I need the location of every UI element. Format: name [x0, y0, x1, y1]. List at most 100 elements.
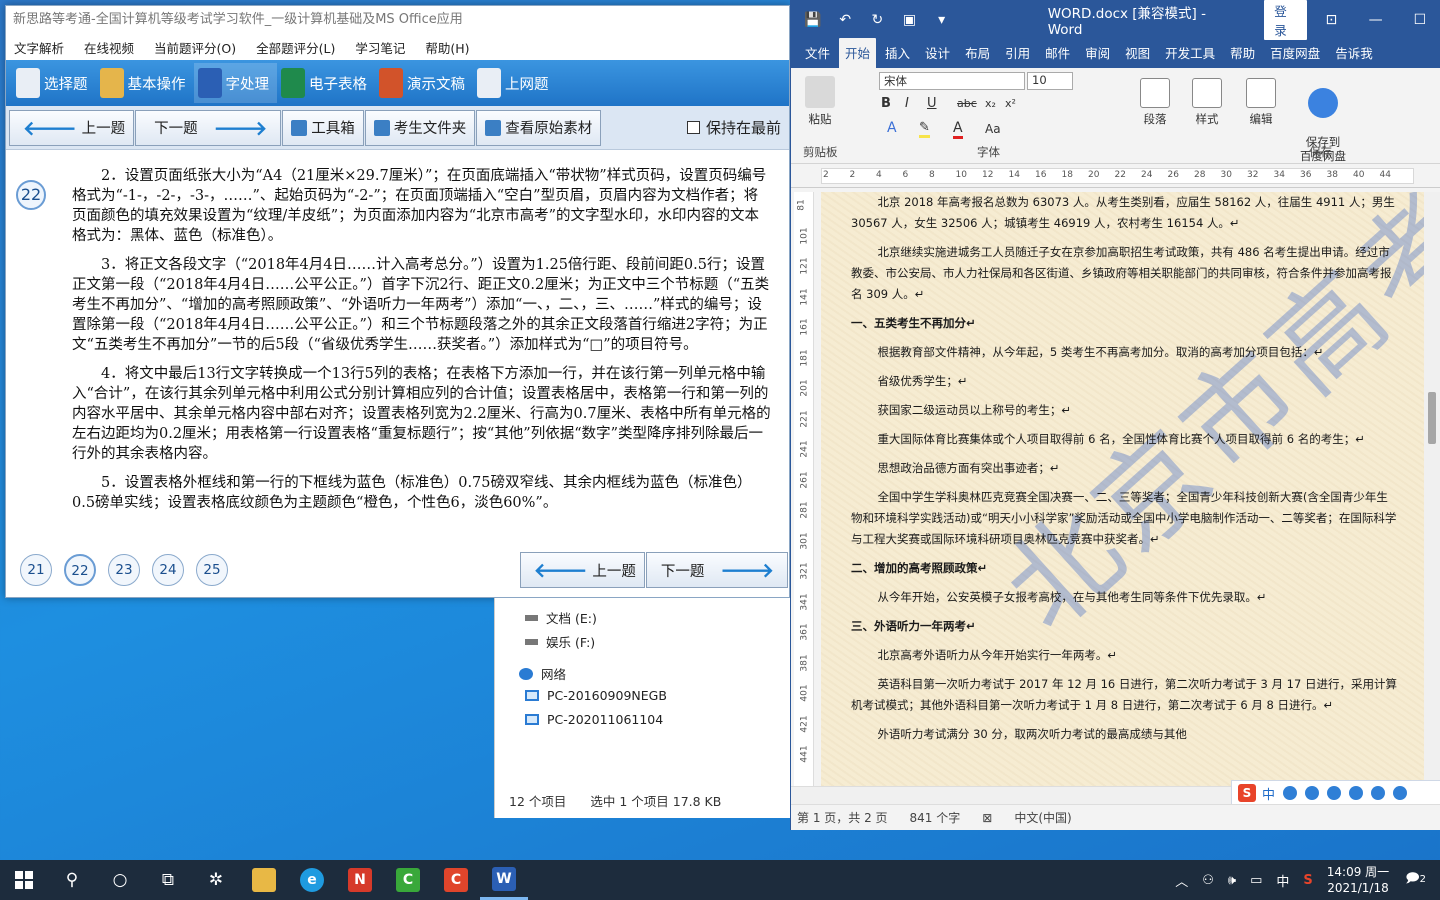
- subscript-button[interactable]: x₂: [985, 97, 996, 110]
- tab-design[interactable]: 设计: [919, 43, 956, 68]
- page-21-button[interactable]: 21: [20, 554, 52, 586]
- doc-paragraph[interactable]: 省级优秀学生；↵: [851, 371, 1399, 392]
- paste-button[interactable]: 粘贴: [803, 76, 837, 127]
- tab-developer[interactable]: 开发工具: [1159, 43, 1221, 68]
- network-icon[interactable]: ▭: [1250, 873, 1262, 888]
- doc-heading[interactable]: 二、增加的高考照顾政策↵: [851, 558, 1399, 579]
- underline-button[interactable]: U: [927, 96, 937, 111]
- module-basic-ops[interactable]: 基本操作: [96, 63, 194, 103]
- footer-prev-button[interactable]: 🡐 上一题: [519, 552, 645, 588]
- menu-text-analysis[interactable]: 文字解析: [14, 38, 64, 57]
- tab-references[interactable]: 引用: [999, 43, 1036, 68]
- doc-heading[interactable]: 三、外语听力一年两考↵: [851, 616, 1399, 637]
- app-c-green-taskbar[interactable]: C: [384, 860, 432, 900]
- volume-icon[interactable]: 🕪: [1228, 873, 1236, 888]
- next-question-button[interactable]: 下一题 🡒: [135, 109, 282, 146]
- editing-button[interactable]: 编辑: [1243, 78, 1279, 127]
- tray-app-icon[interactable]: ⚇: [1202, 873, 1214, 888]
- doc-paragraph[interactable]: 英语科目第一次听力考试于 2017 年 12 月 16 日进行，第二次听力考试于…: [851, 674, 1399, 716]
- tab-insert[interactable]: 插入: [879, 43, 916, 68]
- footer-next-button[interactable]: 下一题 🡒: [645, 552, 788, 588]
- tell-me-search[interactable]: 告诉我: [1329, 43, 1379, 68]
- horizontal-ruler[interactable]: 2 2 4 6 8 10 12 14 16 18 20 22 24 26 28 30 32 34 36 38 40 44: [791, 164, 1440, 188]
- doc-paragraph[interactable]: 重大国际体育比赛集体或个人项目取得前 6 名，全国性体育比赛个人项目取得前 6 …: [851, 429, 1399, 450]
- font-size-box[interactable]: 10: [1027, 72, 1073, 90]
- tab-home[interactable]: 开始: [839, 38, 877, 68]
- keyboard-icon[interactable]: [1349, 786, 1364, 800]
- view-source-button[interactable]: 查看原始素材: [476, 109, 602, 146]
- edge-taskbar[interactable]: e: [288, 860, 336, 900]
- clock[interactable]: 14:09 周一 2021/1/18: [1327, 864, 1389, 896]
- doc-paragraph[interactable]: 从今年开始，公安英模子女报考高校，在与其他考生同等条件下优先录取。↵: [851, 587, 1399, 608]
- sogou-icon[interactable]: S: [1303, 873, 1312, 888]
- menu-help[interactable]: 帮助(H): [425, 38, 469, 57]
- tab-baidu[interactable]: 百度网盘: [1264, 43, 1326, 68]
- font-name-box[interactable]: 宋体: [879, 72, 1025, 90]
- customize-toolbar-icon[interactable]: ▾: [932, 12, 952, 28]
- ime-mode[interactable]: 中: [1262, 784, 1275, 803]
- doc-paragraph[interactable]: 全国中学生学科奥林匹克竞赛全国决赛一、二、三等奖者；全国青少年科技创新大赛(含全…: [851, 487, 1399, 550]
- keep-on-top-checkbox[interactable]: 保持在最前: [686, 117, 781, 138]
- tab-mailings[interactable]: 邮件: [1039, 43, 1076, 68]
- toolbox-icon[interactable]: [1393, 786, 1408, 800]
- punctuation-icon[interactable]: [1283, 786, 1298, 800]
- app-c-red-taskbar[interactable]: C: [432, 860, 480, 900]
- font-color-icon[interactable]: A: [953, 120, 963, 139]
- doc-paragraph[interactable]: 思想政治品德方面有突出事迹者；↵: [851, 458, 1399, 479]
- language-indicator[interactable]: 中文(中国): [1014, 809, 1071, 826]
- pinwheel-app-icon[interactable]: ✲: [192, 860, 240, 900]
- prev-question-button[interactable]: 🡐 上一题: [9, 109, 135, 146]
- doc-paragraph[interactable]: 北京 2018 年高考报名总数为 63073 人。从考生类别看，应届生 5816…: [851, 192, 1399, 234]
- module-spreadsheet[interactable]: 电子表格: [277, 63, 375, 103]
- page-22-button[interactable]: 22: [64, 554, 96, 586]
- italic-button[interactable]: I: [905, 96, 909, 111]
- input-method[interactable]: 中: [1276, 871, 1289, 890]
- drive-e[interactable]: 文档 (E:): [525, 608, 597, 627]
- doc-paragraph[interactable]: 获国家二级运动员以上称号的考生；↵: [851, 400, 1399, 421]
- strikethrough-button[interactable]: abc: [957, 97, 977, 110]
- highlight-icon[interactable]: ✎: [919, 120, 930, 138]
- redo-icon[interactable]: ↻: [867, 12, 887, 28]
- maximize-icon[interactable]: ☐: [1400, 12, 1440, 28]
- scroll-thumb[interactable]: [1428, 392, 1436, 444]
- text-effects-icon[interactable]: A: [887, 120, 897, 136]
- tab-help[interactable]: 帮助: [1224, 43, 1261, 68]
- superscript-button[interactable]: x²: [1005, 97, 1016, 110]
- minimize-icon[interactable]: —: [1355, 12, 1395, 28]
- undo-icon[interactable]: ↶: [835, 12, 855, 28]
- doc-heading[interactable]: 一、五类考生不再加分↵: [851, 313, 1399, 334]
- styles-button[interactable]: 样式: [1189, 78, 1225, 127]
- login-button[interactable]: 登录: [1264, 0, 1308, 40]
- page-25-button[interactable]: 25: [196, 554, 228, 586]
- doc-paragraph[interactable]: 根据教育部文件精神，从今年起，5 类考生不再高考加分。取消的高考加分项目包括：↵: [851, 342, 1399, 363]
- page-count[interactable]: 第 1 页，共 2 页: [797, 809, 888, 826]
- cortana-icon[interactable]: ○: [96, 860, 144, 900]
- app-n-taskbar[interactable]: N: [336, 860, 384, 900]
- menu-online-video[interactable]: 在线视频: [84, 38, 134, 57]
- tab-view[interactable]: 视图: [1119, 43, 1156, 68]
- drive-f[interactable]: 娱乐 (F:): [525, 632, 595, 651]
- emoji-icon[interactable]: [1305, 786, 1320, 800]
- network-pc-1[interactable]: PC-20160909NEGB: [525, 688, 667, 703]
- paragraph-button[interactable]: 段落: [1137, 78, 1173, 127]
- module-choice[interactable]: 选择题: [12, 63, 96, 103]
- start-button[interactable]: [0, 860, 48, 900]
- notification-icon[interactable]: 🗩2: [1405, 869, 1426, 891]
- doc-paragraph[interactable]: 外语听力考试满分 30 分，取两次听力考试的最高成绩与其他: [851, 724, 1399, 745]
- tab-layout[interactable]: 布局: [959, 43, 996, 68]
- microphone-icon[interactable]: [1327, 786, 1342, 800]
- tab-file[interactable]: 文件: [799, 43, 836, 68]
- student-folder-button[interactable]: 考生文件夹: [364, 109, 476, 146]
- menu-study-notes[interactable]: 学习笔记: [355, 38, 405, 57]
- proofing-icon[interactable]: ⊠: [982, 811, 992, 825]
- document-page[interactable]: 北京市高考 北京 2018 年高考报名总数为 63073 人。从考生类别看，应届…: [821, 192, 1425, 786]
- task-view-icon[interactable]: ⧉: [144, 860, 192, 900]
- page-23-button[interactable]: 23: [108, 554, 140, 586]
- doc-paragraph[interactable]: 北京继续实施进城务工人员随迁子女在京参加高职招生考试政策，共有 486 名考生提…: [851, 242, 1399, 305]
- module-internet[interactable]: 上网题: [473, 63, 557, 103]
- module-word-processing[interactable]: 字处理: [193, 63, 277, 103]
- vertical-scrollbar[interactable]: [1424, 192, 1440, 786]
- word-count[interactable]: 841 个字: [910, 809, 961, 826]
- ribbon-display-icon[interactable]: ⊡: [1311, 12, 1351, 28]
- word-taskbar[interactable]: W: [480, 860, 528, 900]
